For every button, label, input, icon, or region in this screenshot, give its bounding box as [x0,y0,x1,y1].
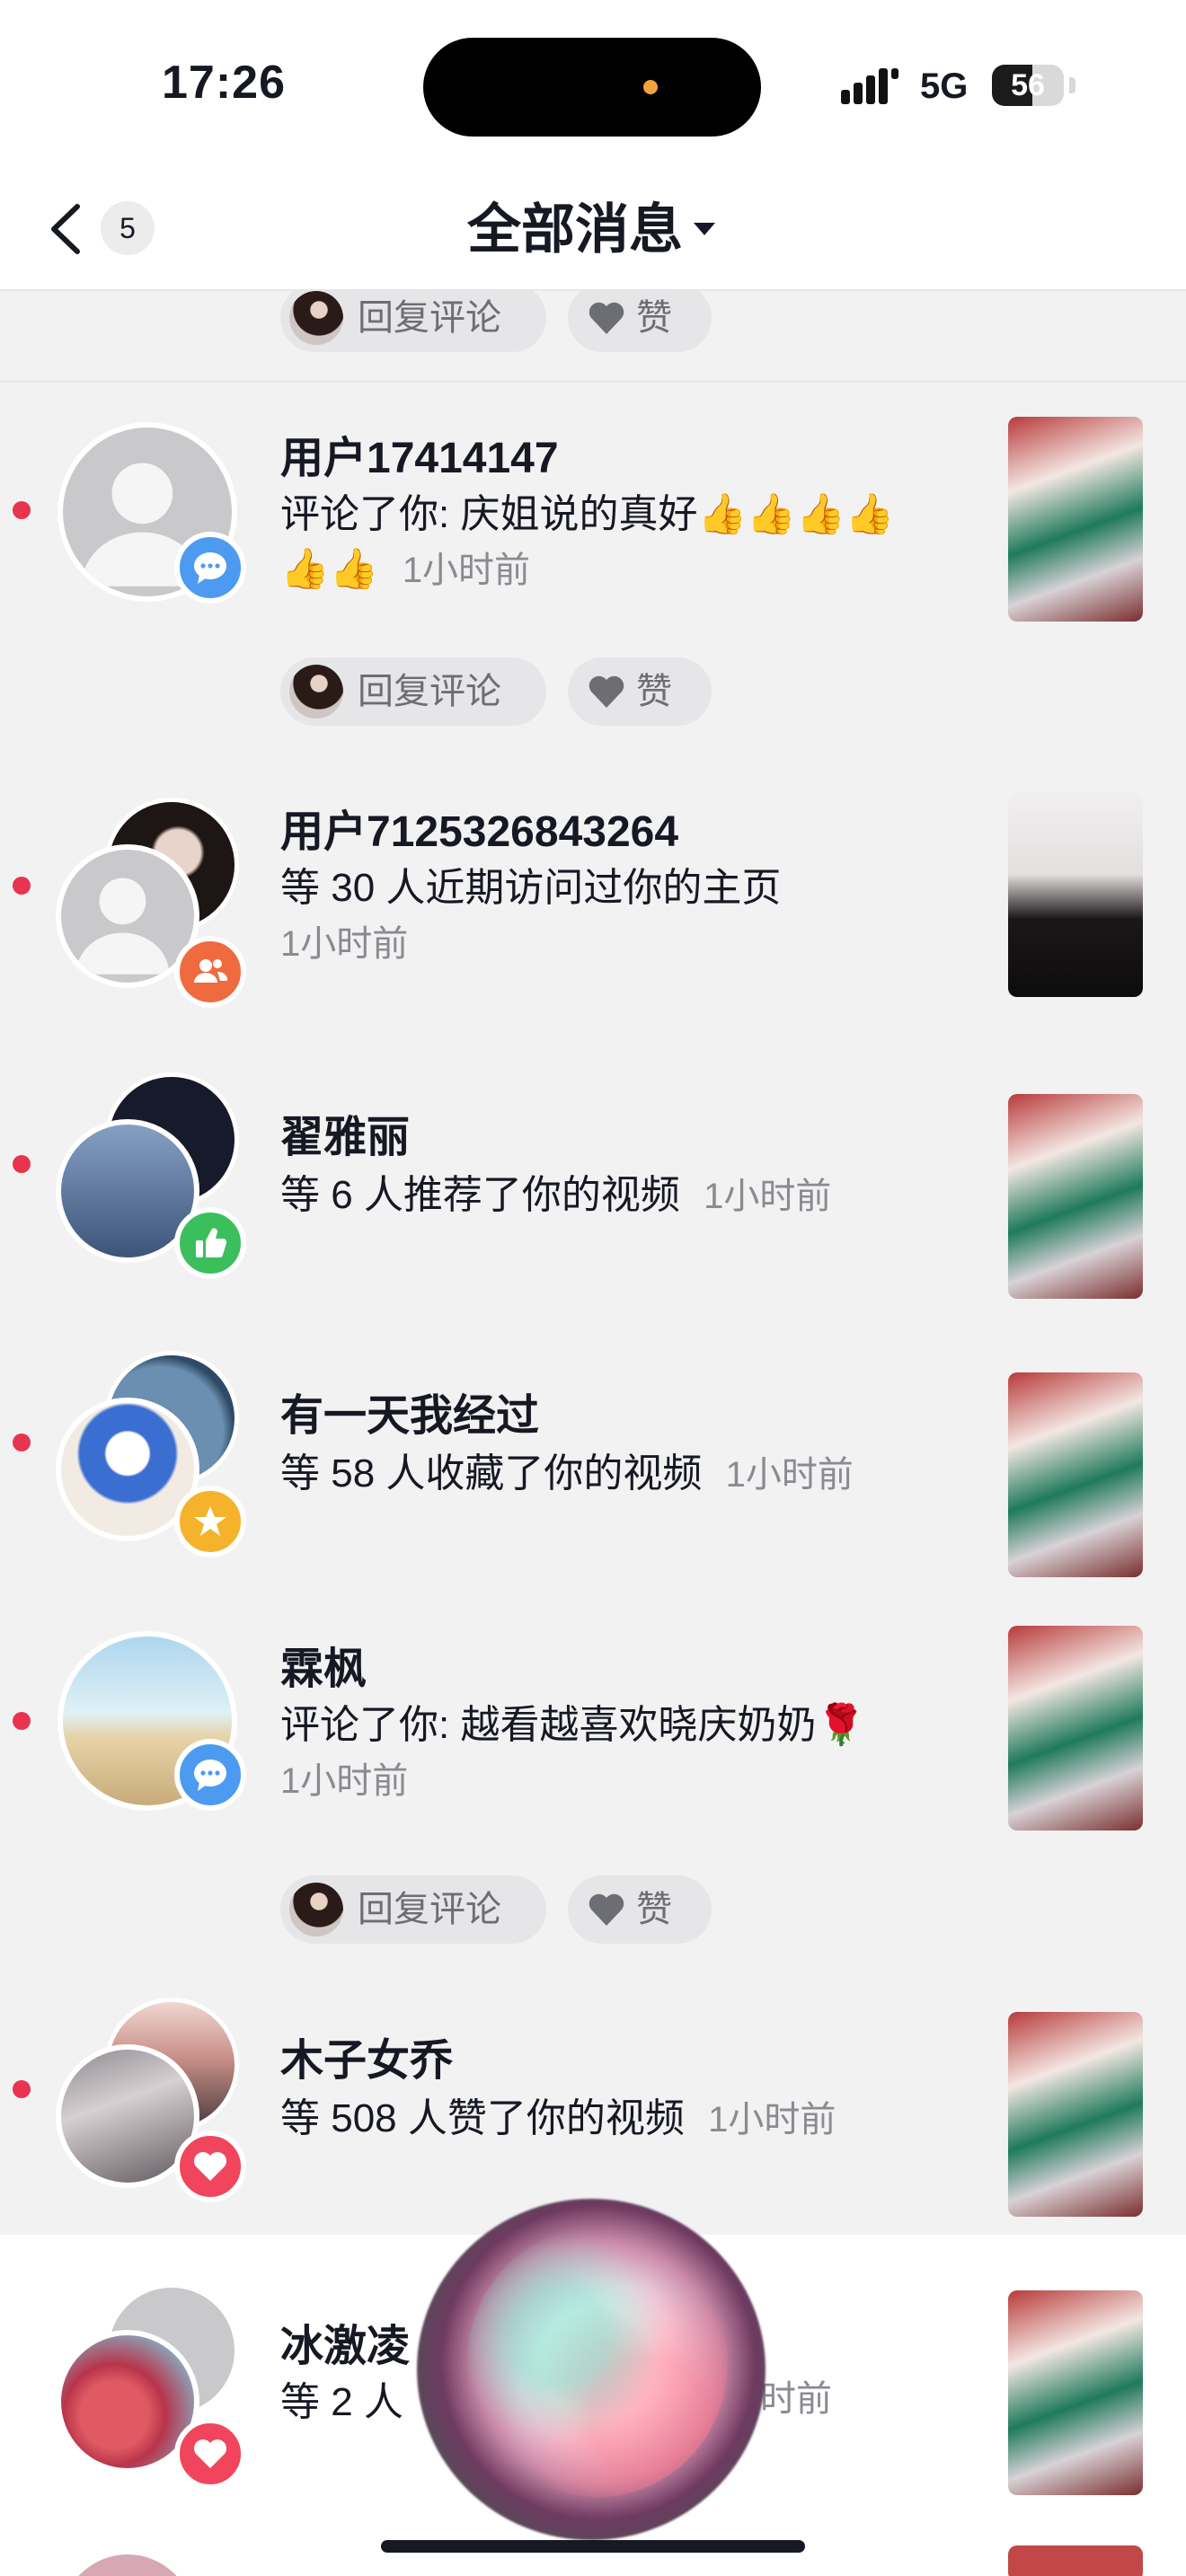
page-title[interactable]: 全部消息 [467,194,683,266]
battery-icon: 56 [992,65,1064,106]
mini-avatar [289,665,343,719]
mini-avatar [289,1883,343,1936]
mini-avatar [289,291,343,345]
list-item[interactable]: 翟雅丽 等 6 人推荐了你的视频 1小时前 [0,1056,1186,1335]
unread-dot [13,1712,31,1730]
reply-label: 回复评论 [358,298,501,338]
timestamp: 1小时前 [402,551,531,590]
unread-dot [13,2080,31,2098]
like-label: 赞 [636,298,672,338]
status-bar: 17:26 5G 56 [0,0,1186,171]
notification-text: 等 30 人近期访问过你的主页 [280,866,782,910]
reply-comment-button[interactable]: 回复评论 [280,291,546,352]
unread-dot [13,877,31,895]
siri-orb-glow [467,2228,728,2497]
like-button[interactable]: 赞 [568,657,712,726]
unread-dot [13,501,31,519]
home-indicator[interactable] [381,2540,805,2553]
dynamic-island [423,38,761,137]
network-type: 5G [920,66,969,106]
video-thumbnail[interactable] [1008,2545,1143,2576]
reply-comment-button[interactable]: 回复评论 [280,657,546,726]
reply-comment-button[interactable]: 回复评论 [280,1875,546,1944]
unread-dot [13,1434,31,1451]
heart-outline-icon [589,675,624,708]
video-thumbnail[interactable] [1008,792,1143,997]
back-arrow-icon[interactable] [41,198,95,260]
like-button[interactable]: 赞 [568,1875,712,1944]
comment-icon [174,532,246,604]
user-name[interactable]: 冰激凌 [280,2310,410,2373]
battery-tip [1069,77,1075,93]
video-thumbnail[interactable] [1008,2290,1143,2495]
timestamp: 1小时前 [280,924,409,964]
notification-text-main: 等 6 人推荐了你的视频 [280,1173,680,1217]
heart-icon [174,2418,246,2490]
thumbs-up-icon [174,1207,246,1279]
reply-label: 回复评论 [358,672,501,711]
notification-text: 评论了你: 庆姐说的真好👍👍👍👍 [280,492,895,536]
user-name[interactable]: 有一天我经过 [280,1380,539,1442]
like-button[interactable]: 赞 [568,291,712,352]
user-name[interactable]: 霖枫 [280,1633,367,1696]
notification-text-main: 等 58 人收藏了你的视频 [280,1451,703,1495]
list-item-partial: 回复评论 赞 [0,291,1186,381]
notification-text-main: 等 508 人赞了你的视频 [280,2096,685,2140]
nav-bar: 5 全部消息 [0,171,1186,291]
user-name[interactable]: 用户7125326843264 [280,796,678,859]
notification-timestamp: 时前 [760,2369,832,2422]
notification-text: 评论了你: 越看越喜欢晓庆奶奶🌹 [280,1703,866,1747]
video-thumbnail[interactable] [1008,417,1143,622]
cellular-signal-icon [841,68,898,104]
heart-icon [174,2130,246,2202]
list-item[interactable]: 有一天我经过 等 58 人收藏了你的视频 1小时前 [0,1335,1186,1613]
status-time: 17:26 [162,57,286,109]
timestamp: 1小时前 [704,1177,832,1216]
battery-percent: 56 [1011,68,1045,102]
user-name[interactable]: 翟雅丽 [280,1101,410,1164]
timestamp: 1小时前 [280,1761,409,1801]
list-item[interactable]: 用户17414147 评论了你: 庆姐说的真好👍👍👍👍 👍👍 1小时前 回复评论… [0,383,1186,769]
reply-label: 回复评论 [358,1890,501,1929]
heart-outline-icon [589,1893,624,1926]
avatar[interactable] [56,2549,199,2576]
list-item[interactable]: 用户7125326843264 等 30 人近期访问过你的主页 1小时前 [0,769,1186,1056]
mic-indicator-dot [643,80,658,94]
user-name[interactable]: 用户17414147 [280,422,559,485]
notification-text: 等 508 人赞了你的视频 1小时前 [280,2086,836,2143]
timestamp: 时前 [760,2379,832,2419]
visitors-icon [174,936,246,1008]
video-thumbnail[interactable] [1008,1094,1143,1299]
list-item[interactable]: 霖枫 评论了你: 越看越喜欢晓庆奶奶🌹 1小时前 回复评论 赞 [0,1613,1186,1990]
like-label: 赞 [636,672,672,711]
video-thumbnail[interactable] [1008,1626,1143,1831]
notification-text: 等 6 人推荐了你的视频 1小时前 [280,1162,831,1220]
heart-outline-icon [589,302,624,334]
user-name[interactable]: 木子女乔 [280,2025,453,2087]
like-label: 赞 [636,1890,672,1929]
notification-text: 等 2 人 [280,2380,403,2424]
video-thumbnail[interactable] [1008,2012,1143,2217]
timestamp: 1小时前 [708,2100,836,2139]
caret-down-icon[interactable] [694,223,715,235]
comment-icon [174,1739,246,1811]
video-thumbnail[interactable] [1008,1372,1143,1577]
unread-dot [13,1155,31,1173]
star-icon [174,1486,246,1557]
back-count-badge[interactable]: 5 [101,201,155,255]
timestamp: 1小时前 [725,1455,854,1495]
notification-text: 等 58 人收藏了你的视频 1小时前 [280,1441,854,1498]
notification-text-cont: 👍👍 [280,547,379,591]
notification-text-line2: 👍👍 1小时前 [280,541,530,593]
